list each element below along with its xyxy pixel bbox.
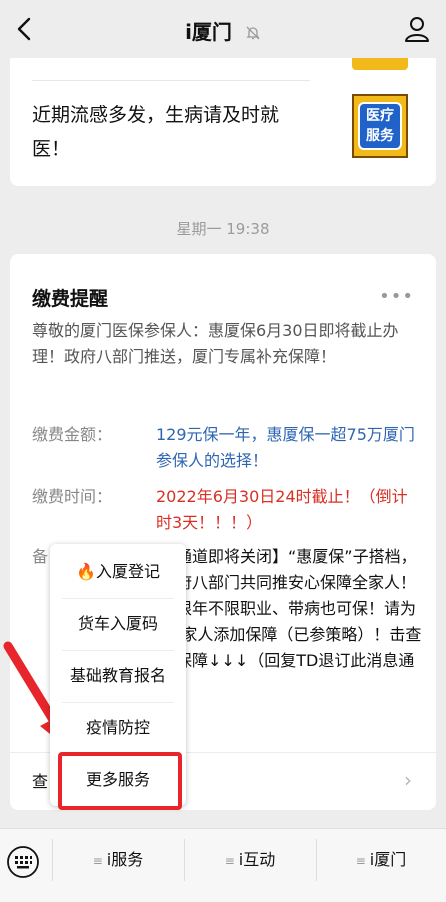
amount-label: 缴费金额： [32,425,113,444]
card-intro: 尊敬的厦门医保参保人：惠厦保6月30日即将截止办理！政府八部门推送，厦门专属补充… [32,321,399,366]
amount-value: 129元保一年，惠厦保一超75万厦门参保人的选择！ [156,425,415,470]
previous-article-thumbnail[interactable] [352,58,408,70]
time-label: 缴费时间： [32,487,113,506]
thumbnail-label-line-1: 医疗 [366,108,394,124]
news-card[interactable]: 近期流感多发，生病请及时就医！ 医疗 服务 [10,58,436,186]
keyboard-icon[interactable] [6,845,40,879]
more-options-icon[interactable]: ••• [379,286,414,307]
time-value: 2022年6月30日24时截止！（倒计时3天！！！） [156,487,408,532]
menu-item-entry-registration[interactable]: 🔥入厦登记 [50,546,186,598]
page-title: i厦门 [0,16,446,46]
tab-label: i互动 [238,850,276,869]
highlight-box [58,752,182,810]
news-headline[interactable]: 近期流感多发，生病请及时就医！ [32,98,312,166]
menu-icon: ≡ [92,854,103,868]
thumbnail-label-line-2: 服务 [366,128,394,144]
tab-i-xiamen[interactable]: ≡ i厦门 [316,829,446,891]
mute-bell-icon [245,22,261,46]
remark-value: 保通道即将关闭】“惠厦保”子搭档，政府八部门共同推安心保障全家人！不限年不限职业… [160,547,422,696]
tab-label: i服务 [106,850,144,869]
bottom-menu-bar: ≡ i服务 ≡ i互动 ≡ i厦门 [0,828,446,902]
menu-icon: ≡ [355,854,366,868]
medical-service-thumbnail[interactable]: 医疗 服务 [352,94,408,158]
divider [32,80,310,81]
card-title: 缴费提醒 [32,288,109,310]
tab-label: i厦门 [369,850,407,869]
page-title-text: i厦门 [185,20,232,44]
thumbnail-label: 医疗 服务 [358,102,402,150]
menu-icon: ≡ [224,854,235,868]
timestamp: 星期一 19:38 [176,220,270,238]
profile-icon[interactable] [402,14,432,44]
tab-i-interact[interactable]: ≡ i互动 [184,829,316,891]
view-details-link[interactable]: 查 [32,768,48,792]
menu-item-education-signup[interactable]: 基础教育报名 [50,650,186,702]
menu-item-epidemic-control[interactable]: 疫情防控 [50,702,186,754]
top-bar: i厦门 [0,0,446,58]
menu-item-truck-code[interactable]: 货车入厦码 [50,598,186,650]
tab-i-service[interactable]: ≡ i服务 [52,829,184,891]
chevron-right-icon[interactable]: › [404,768,412,792]
